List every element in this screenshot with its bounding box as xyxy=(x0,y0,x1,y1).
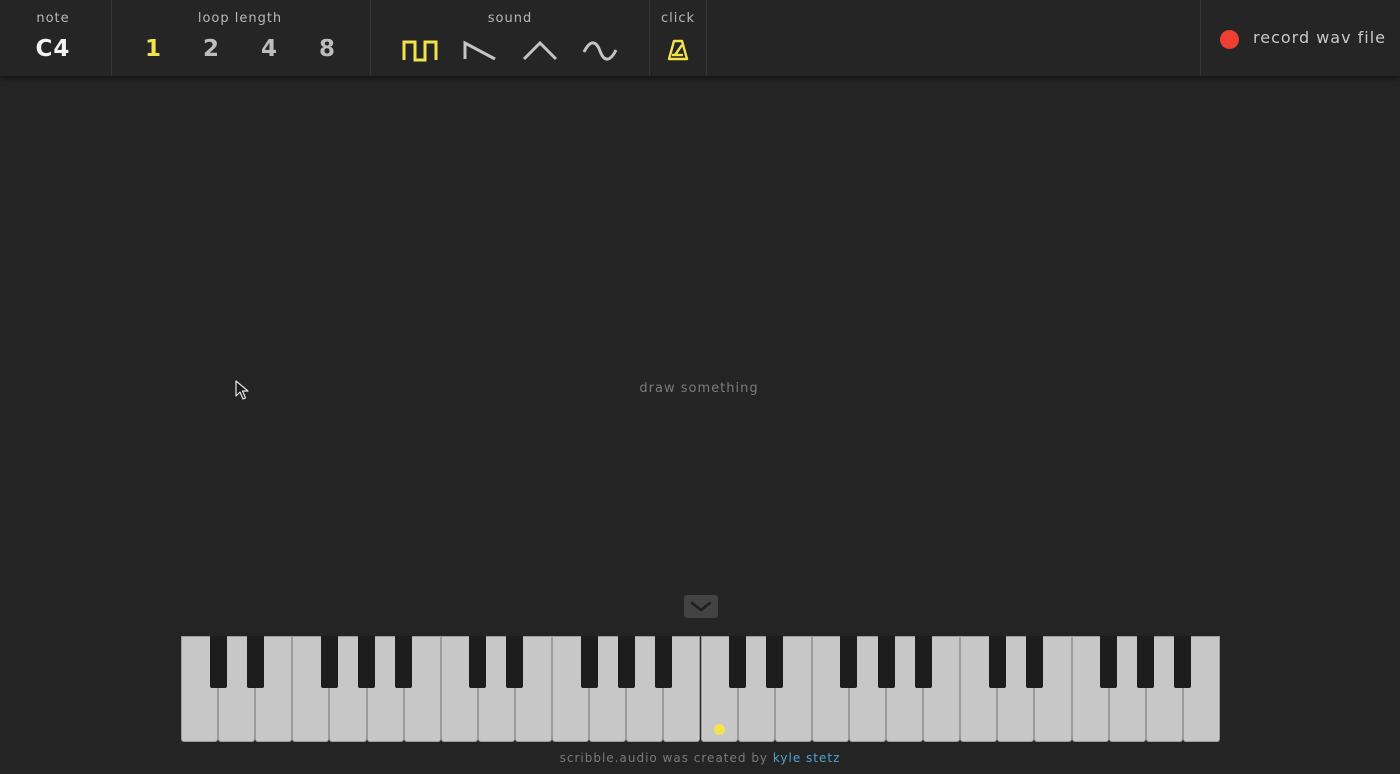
black-key[interactable] xyxy=(246,636,264,688)
black-key[interactable] xyxy=(654,636,672,688)
sound-label: sound xyxy=(487,11,533,26)
divider xyxy=(649,0,650,76)
loop-length-8-button[interactable]: 8 xyxy=(311,36,343,62)
note-value[interactable]: C4 xyxy=(22,36,84,62)
black-key[interactable] xyxy=(877,636,895,688)
loop-length-1-button[interactable]: 1 xyxy=(137,36,169,62)
toolbar: note C4 loop length 1 2 4 8 sound click … xyxy=(0,0,1400,76)
black-key[interactable] xyxy=(580,636,598,688)
black-key[interactable] xyxy=(988,636,1006,688)
black-key[interactable] xyxy=(1174,636,1192,688)
divider xyxy=(706,0,707,76)
divider xyxy=(370,0,371,76)
black-key[interactable] xyxy=(840,636,858,688)
canvas-hint: draw something xyxy=(639,381,759,396)
note-label: note xyxy=(36,11,70,26)
black-key[interactable] xyxy=(209,636,227,688)
black-key[interactable] xyxy=(1100,636,1118,688)
loop-length-2-button[interactable]: 2 xyxy=(195,36,227,62)
loop-length-label: loop length xyxy=(197,11,283,26)
collapse-keyboard-button[interactable] xyxy=(684,595,718,618)
black-key[interactable] xyxy=(914,636,932,688)
divider xyxy=(1200,0,1201,76)
active-note-indicator xyxy=(714,724,725,735)
chevron-down-icon xyxy=(690,601,712,612)
record-dot-icon[interactable] xyxy=(1220,30,1239,49)
black-key[interactable] xyxy=(766,636,784,688)
black-key[interactable] xyxy=(320,636,338,688)
triangle-wave-icon[interactable] xyxy=(522,37,558,63)
piano-keyboard xyxy=(181,636,1220,742)
black-key[interactable] xyxy=(1137,636,1155,688)
black-key[interactable] xyxy=(1025,636,1043,688)
mouse-cursor-icon xyxy=(235,380,249,400)
metronome-icon[interactable] xyxy=(666,38,690,62)
black-key[interactable] xyxy=(395,636,413,688)
click-label: click xyxy=(660,11,696,26)
sine-wave-icon[interactable] xyxy=(582,37,618,63)
black-key[interactable] xyxy=(729,636,747,688)
divider xyxy=(111,0,112,76)
black-key[interactable] xyxy=(506,636,524,688)
loop-length-4-button[interactable]: 4 xyxy=(253,36,285,62)
credit-text: scribble.audio was created by kyle stetz xyxy=(450,751,950,765)
drawing-canvas[interactable] xyxy=(0,76,1400,596)
black-key[interactable] xyxy=(469,636,487,688)
black-key[interactable] xyxy=(617,636,635,688)
black-key[interactable] xyxy=(358,636,376,688)
sawtooth-wave-icon[interactable] xyxy=(462,37,498,63)
square-wave-icon[interactable] xyxy=(402,37,438,63)
credit-prefix: scribble.audio was created by xyxy=(559,751,769,765)
author-link[interactable]: kyle stetz xyxy=(773,751,841,765)
record-wav-button[interactable]: record wav file xyxy=(1253,28,1386,47)
